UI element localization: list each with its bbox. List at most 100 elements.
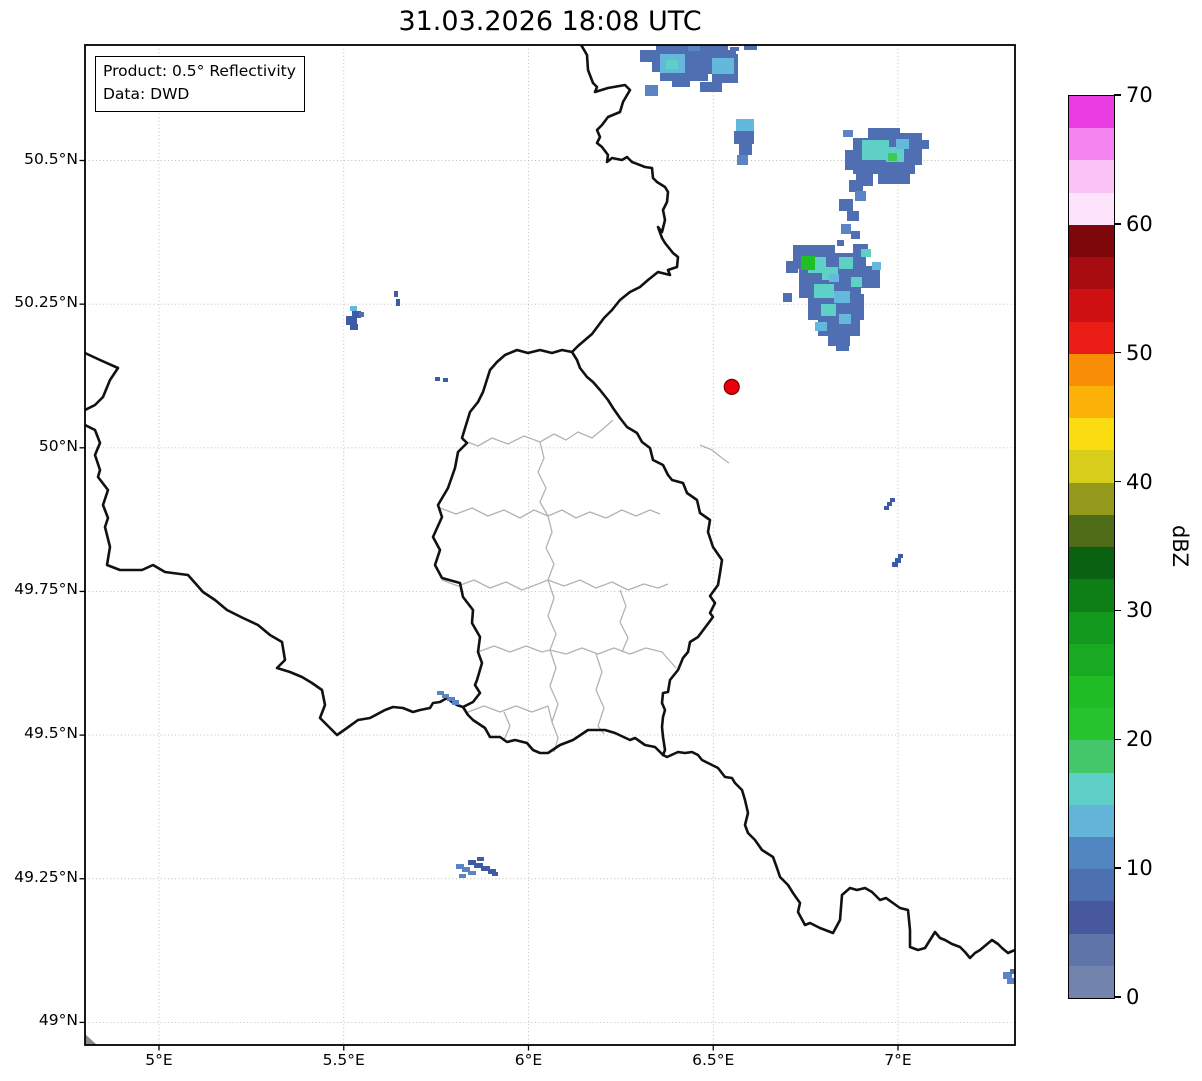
echo-cell xyxy=(839,257,853,269)
echo-cell xyxy=(851,231,860,239)
colorbar-tick-label: 50 xyxy=(1126,340,1153,365)
colorbar-segment xyxy=(1069,547,1114,580)
colorbar-tick-label: 70 xyxy=(1126,83,1153,107)
colorbar-segment xyxy=(1069,257,1114,290)
echo-cell xyxy=(828,332,850,346)
x-tick-label: 5°E xyxy=(145,1051,173,1069)
echo-cell xyxy=(443,378,448,382)
colorbar-segment xyxy=(1069,160,1114,193)
radar-site-marker xyxy=(723,378,740,395)
colorbar-tick xyxy=(1114,996,1121,998)
colorbar-segment xyxy=(1069,804,1114,838)
colorbar-tick xyxy=(1114,94,1121,96)
colorbar-tick xyxy=(1114,609,1121,612)
echo-cell xyxy=(492,872,498,876)
colorbar-segment xyxy=(1069,289,1114,322)
colorbar xyxy=(1068,95,1115,999)
colorbar-tick xyxy=(1114,738,1121,741)
echo-cell xyxy=(1007,978,1015,984)
echo-cell xyxy=(452,700,459,705)
plot-title: 31.03.2026 18:08 UTC xyxy=(398,6,702,37)
colorbar-segment xyxy=(1069,385,1114,419)
colorbar-segment xyxy=(1069,965,1114,999)
echo-cell xyxy=(350,306,357,311)
y-tick-label: 50°N xyxy=(38,436,78,455)
echo-cell xyxy=(841,224,851,234)
colorbar-segment xyxy=(1069,514,1114,548)
echo-cell xyxy=(666,60,678,69)
canton-borders xyxy=(439,419,730,753)
colorbar-segment xyxy=(1069,675,1114,709)
colorbar-segment xyxy=(1069,933,1114,966)
echo-cell xyxy=(459,874,466,878)
echo-cell xyxy=(346,316,357,325)
y-tick-label: 50.5°N xyxy=(24,149,78,168)
echo-cell xyxy=(898,554,903,558)
echo-cell xyxy=(815,322,827,331)
colorbar-tick xyxy=(1114,480,1121,483)
echo-cell xyxy=(396,299,400,306)
colorbar-tick-label: 40 xyxy=(1126,469,1153,494)
echo-cell xyxy=(843,130,853,137)
border-belgium-germany xyxy=(570,45,680,354)
colorbar-tick-label: 0 xyxy=(1126,985,1140,1009)
product-info-box: Product: 0.5° Reflectivity Data: DWD xyxy=(95,56,305,112)
x-tick-label: 6.5°E xyxy=(692,1051,735,1069)
x-tick-label: 5.5°E xyxy=(322,1051,365,1069)
radar-echoes xyxy=(346,45,1015,984)
axis-tick-marks xyxy=(79,159,899,1051)
echo-cell xyxy=(712,58,734,74)
colorbar-segment xyxy=(1069,450,1114,483)
echo-cell xyxy=(829,274,839,282)
colorbar-tick-label: 20 xyxy=(1126,727,1153,752)
echo-cell xyxy=(736,119,754,132)
echo-cell xyxy=(855,191,866,201)
echo-cell xyxy=(892,562,898,567)
colorbar-segment xyxy=(1069,869,1114,902)
echo-cell xyxy=(814,284,834,298)
x-tick-label: 7°E xyxy=(884,1051,912,1069)
border-luxembourg-east xyxy=(570,350,724,757)
colorbar-segment xyxy=(1069,96,1114,129)
echo-cell xyxy=(845,150,859,170)
colorbar-tick xyxy=(1114,351,1121,354)
colorbar-segment xyxy=(1069,128,1114,161)
echo-cell xyxy=(839,314,851,324)
echo-cell xyxy=(872,262,881,270)
colorbar-segment xyxy=(1069,837,1114,870)
echo-cell xyxy=(851,277,862,287)
colorbar-axis-label: dBZ xyxy=(1168,524,1192,568)
echo-cell xyxy=(920,140,929,149)
border-france-belgium xyxy=(85,351,465,737)
border-luxembourg-south xyxy=(461,705,665,757)
y-tick-label: 49.75°N xyxy=(14,580,78,599)
colorbar-tick xyxy=(1114,867,1121,869)
radar-map-figure: { "title": "31.03.2026 18:08 UTC", "info… xyxy=(0,0,1202,1081)
colorbar-segment xyxy=(1069,772,1114,805)
echo-cell xyxy=(839,199,853,211)
country-borders xyxy=(85,45,1015,960)
product-line: Product: 0.5° Reflectivity xyxy=(103,62,296,80)
echo-cell xyxy=(435,377,440,381)
colorbar-segment xyxy=(1069,643,1114,676)
map-canvas xyxy=(79,44,1016,1051)
colorbar-segment xyxy=(1069,579,1114,612)
colorbar-segment xyxy=(1069,611,1114,644)
colorbar-tick xyxy=(1114,223,1121,225)
colorbar-segment xyxy=(1069,418,1114,451)
colorbar-segment xyxy=(1069,224,1114,258)
echo-cell xyxy=(700,82,722,92)
data-source-line: Data: DWD xyxy=(103,85,190,104)
radar-site-marker-layer xyxy=(723,378,740,395)
echo-cell xyxy=(477,857,484,861)
echo-cell xyxy=(786,261,798,273)
echo-cell xyxy=(350,324,358,330)
y-tick-label: 50.25°N xyxy=(14,293,78,312)
echo-cell xyxy=(783,293,792,302)
echo-cell xyxy=(730,47,739,51)
colorbar-tick-label: 30 xyxy=(1126,598,1153,623)
colorbar-segment xyxy=(1069,482,1114,515)
echo-cell xyxy=(878,166,910,184)
colorbar-tick-label: 60 xyxy=(1126,211,1153,236)
echo-cell xyxy=(821,304,836,316)
